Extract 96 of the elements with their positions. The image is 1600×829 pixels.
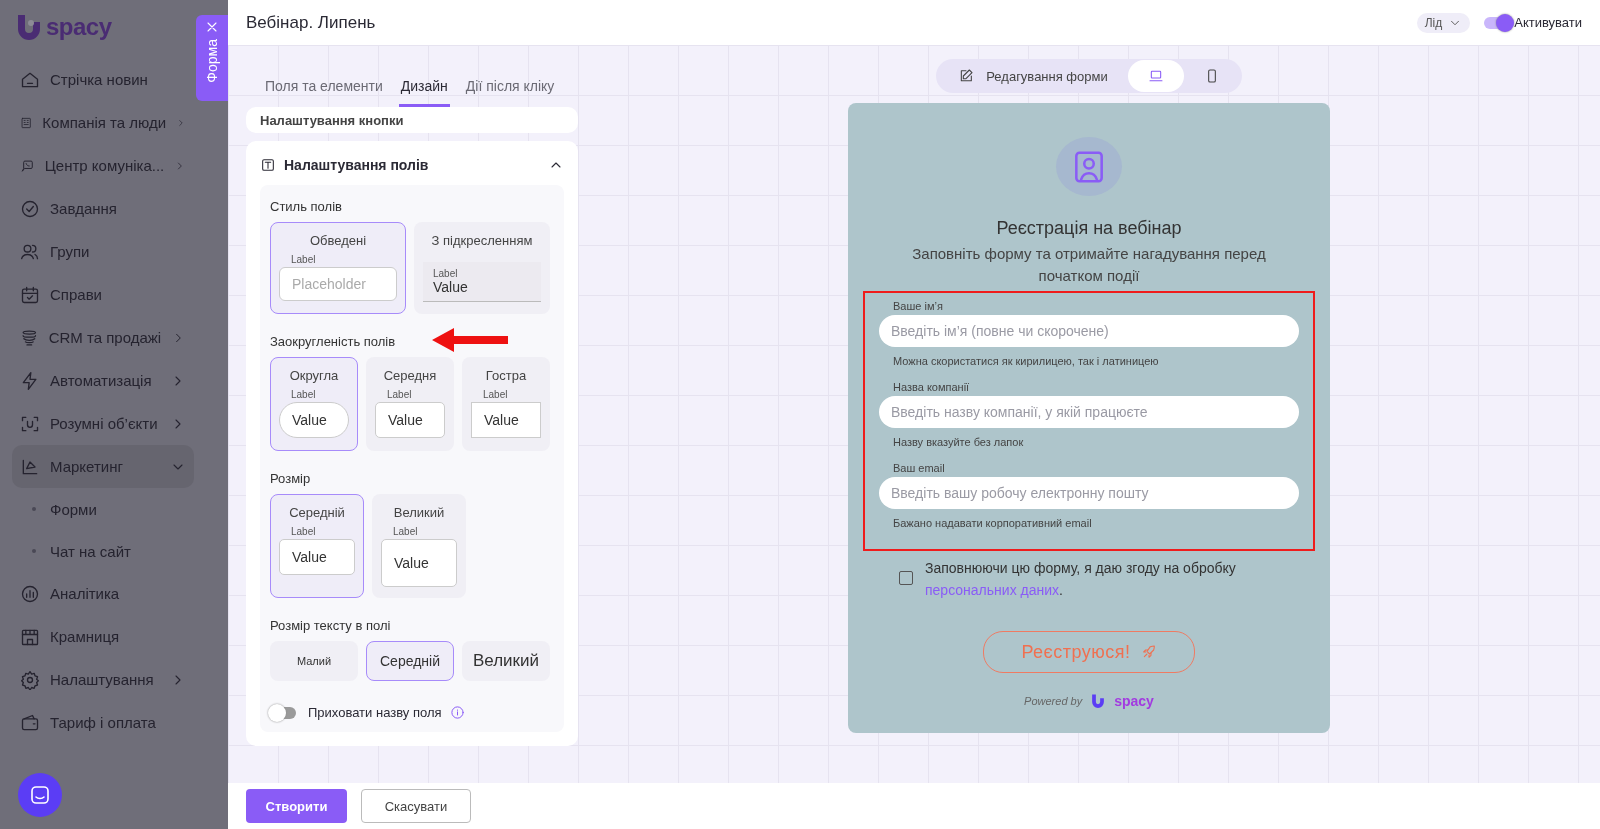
sidebar-item[interactable]: Центр комуніка... [12, 144, 194, 187]
brand-name: spacy [1114, 693, 1154, 709]
sidebar-item[interactable]: Налаштування [12, 658, 194, 701]
calendar-icon [20, 284, 40, 305]
sidebar-item[interactable]: Справи [12, 273, 194, 316]
sidebar-item[interactable]: Розумні об’єкти [12, 402, 194, 445]
field-hint: Назву вказуйте без лапок [892, 436, 1025, 449]
sidebar-subitem[interactable]: Форми [12, 488, 220, 530]
style-option[interactable]: З підкресленням Label Value [414, 222, 550, 314]
logo-mark-icon [1090, 693, 1107, 709]
sidebar-item[interactable]: Тариф і оплата [12, 701, 194, 744]
field-label: Label [483, 389, 508, 400]
field-label: Label [393, 526, 418, 537]
info-icon [449, 705, 465, 720]
laptop-icon [1147, 68, 1164, 84]
option-title: Великий [393, 505, 445, 520]
wallet-icon [20, 712, 40, 733]
consent-checkbox[interactable] [899, 571, 913, 586]
sidebar-item[interactable]: Компанія та люди [12, 101, 194, 144]
field-value: Value [433, 279, 468, 295]
field-hint: Бажано надавати корпоративний email [892, 517, 1093, 530]
rocket-icon [1140, 644, 1157, 661]
option-title: З підкресленням [431, 233, 533, 248]
toggle-label: Активувати [1514, 15, 1582, 30]
group-title: Заокругленість полів [270, 334, 396, 349]
field-sample: Placeholder [279, 267, 397, 301]
field-label: Label [433, 268, 458, 279]
field-label: Label [291, 526, 316, 537]
option-title: Гостра [485, 368, 527, 383]
style-option[interactable]: Гостра Label Value [462, 357, 550, 451]
activate-toggle[interactable] [1484, 16, 1511, 29]
page-title: Вебінар. Липень [246, 12, 377, 33]
field-sample: Value [279, 539, 355, 575]
field-label: Label [291, 254, 316, 265]
style-option[interactable]: Обведені Label Placeholder [270, 222, 406, 314]
style-option[interactable]: Великий Label Value [372, 494, 466, 598]
field-label: Ваш email [892, 462, 946, 475]
input-field[interactable]: Введіть ім’я (повне чи скорочене) [879, 315, 1299, 348]
sidebar-item[interactable]: Крамниця [12, 615, 194, 658]
form-subtitle: Заповніть форму та отримайте нагадування перед початком події [911, 244, 1267, 287]
text-size-option[interactable]: Середній [366, 641, 454, 681]
section-title: Налаштування полів [284, 157, 430, 173]
field-label: Label [291, 389, 316, 400]
collapsed-section[interactable]: Налаштування кнопки [246, 107, 578, 133]
style-option[interactable]: Середній Label Value [270, 494, 364, 598]
edit-icon [958, 68, 975, 84]
cancel-button[interactable]: Скасувати [361, 789, 471, 823]
form-title: Реєстрація на вебінар [996, 218, 1182, 240]
group-title: Стиль полів [270, 199, 342, 214]
field-hint: Можна скористатися як кирилицею, так і латиницею [892, 355, 1160, 368]
powered-by-text: Powered by [1024, 695, 1083, 707]
settings-tab[interactable]: Дії після кліку [463, 73, 557, 107]
input-field[interactable]: Введіть вашу робочу електронну пошту [879, 477, 1299, 510]
sidebar-item[interactable]: Групи [12, 230, 194, 273]
gear-icon [20, 669, 40, 690]
sidebar-item[interactable]: Маркетинг [12, 445, 194, 488]
field-label: Ваше ім’я [892, 300, 944, 313]
text-size-option[interactable]: Великий [462, 641, 550, 681]
sidebar-item[interactable]: Аналітика [12, 572, 194, 615]
hide-label-toggle[interactable] [270, 706, 296, 719]
option-title: Округла [289, 368, 339, 383]
stack-icon [20, 327, 39, 348]
edit-mode-button[interactable]: Редагування форми [938, 60, 1128, 92]
chart-icon [20, 583, 40, 604]
sidebar-item[interactable]: Автоматизація [12, 359, 194, 402]
field-sample: Value [381, 539, 457, 587]
consent-text: Заповнюючи цю форму, я даю згоду на обробку персональних даних. [925, 559, 1237, 601]
sidebar-item[interactable]: Завдання [12, 187, 194, 230]
field-sample: Value [375, 402, 445, 438]
field-sample: Value [279, 402, 349, 438]
chat-icon [28, 783, 52, 807]
sidebar-item[interactable]: CRM та продажі [12, 316, 194, 359]
toggle-label: Приховати назву поля [308, 705, 442, 720]
text-box-icon [260, 157, 276, 173]
logo-text: spacy [46, 13, 112, 41]
group-title: Розмір [270, 471, 311, 486]
field-label: Label [387, 389, 412, 400]
style-option[interactable]: Округла Label Value [270, 357, 358, 451]
form-side-tab[interactable]: Форма [196, 15, 228, 101]
field-sample: Value [471, 402, 541, 438]
style-option[interactable]: Середня Label Value [366, 357, 454, 451]
chat-bubble-button[interactable] [18, 773, 62, 817]
option-title: Середній [289, 505, 345, 520]
input-field[interactable]: Введіть назву компанії, у якій працюєте [879, 396, 1299, 429]
check-circle-icon [20, 198, 40, 219]
text-size-option[interactable]: Малий [270, 641, 358, 681]
entity-select[interactable]: Лід [1416, 12, 1471, 33]
submit-button[interactable]: Реєструюся! [983, 631, 1195, 673]
create-button[interactable]: Створити [246, 789, 347, 823]
option-title: Обведені [309, 233, 367, 248]
field-label: Назва компанії [892, 381, 971, 394]
settings-tab[interactable]: Поля та елементи [263, 73, 385, 107]
sidebar-subitem[interactable]: Чат на сайт [12, 530, 220, 572]
option-title: Середня [383, 368, 437, 383]
group-title: Розмір тексту в полі [270, 618, 391, 633]
sidebar-item[interactable]: Стрічка новин [12, 58, 194, 101]
